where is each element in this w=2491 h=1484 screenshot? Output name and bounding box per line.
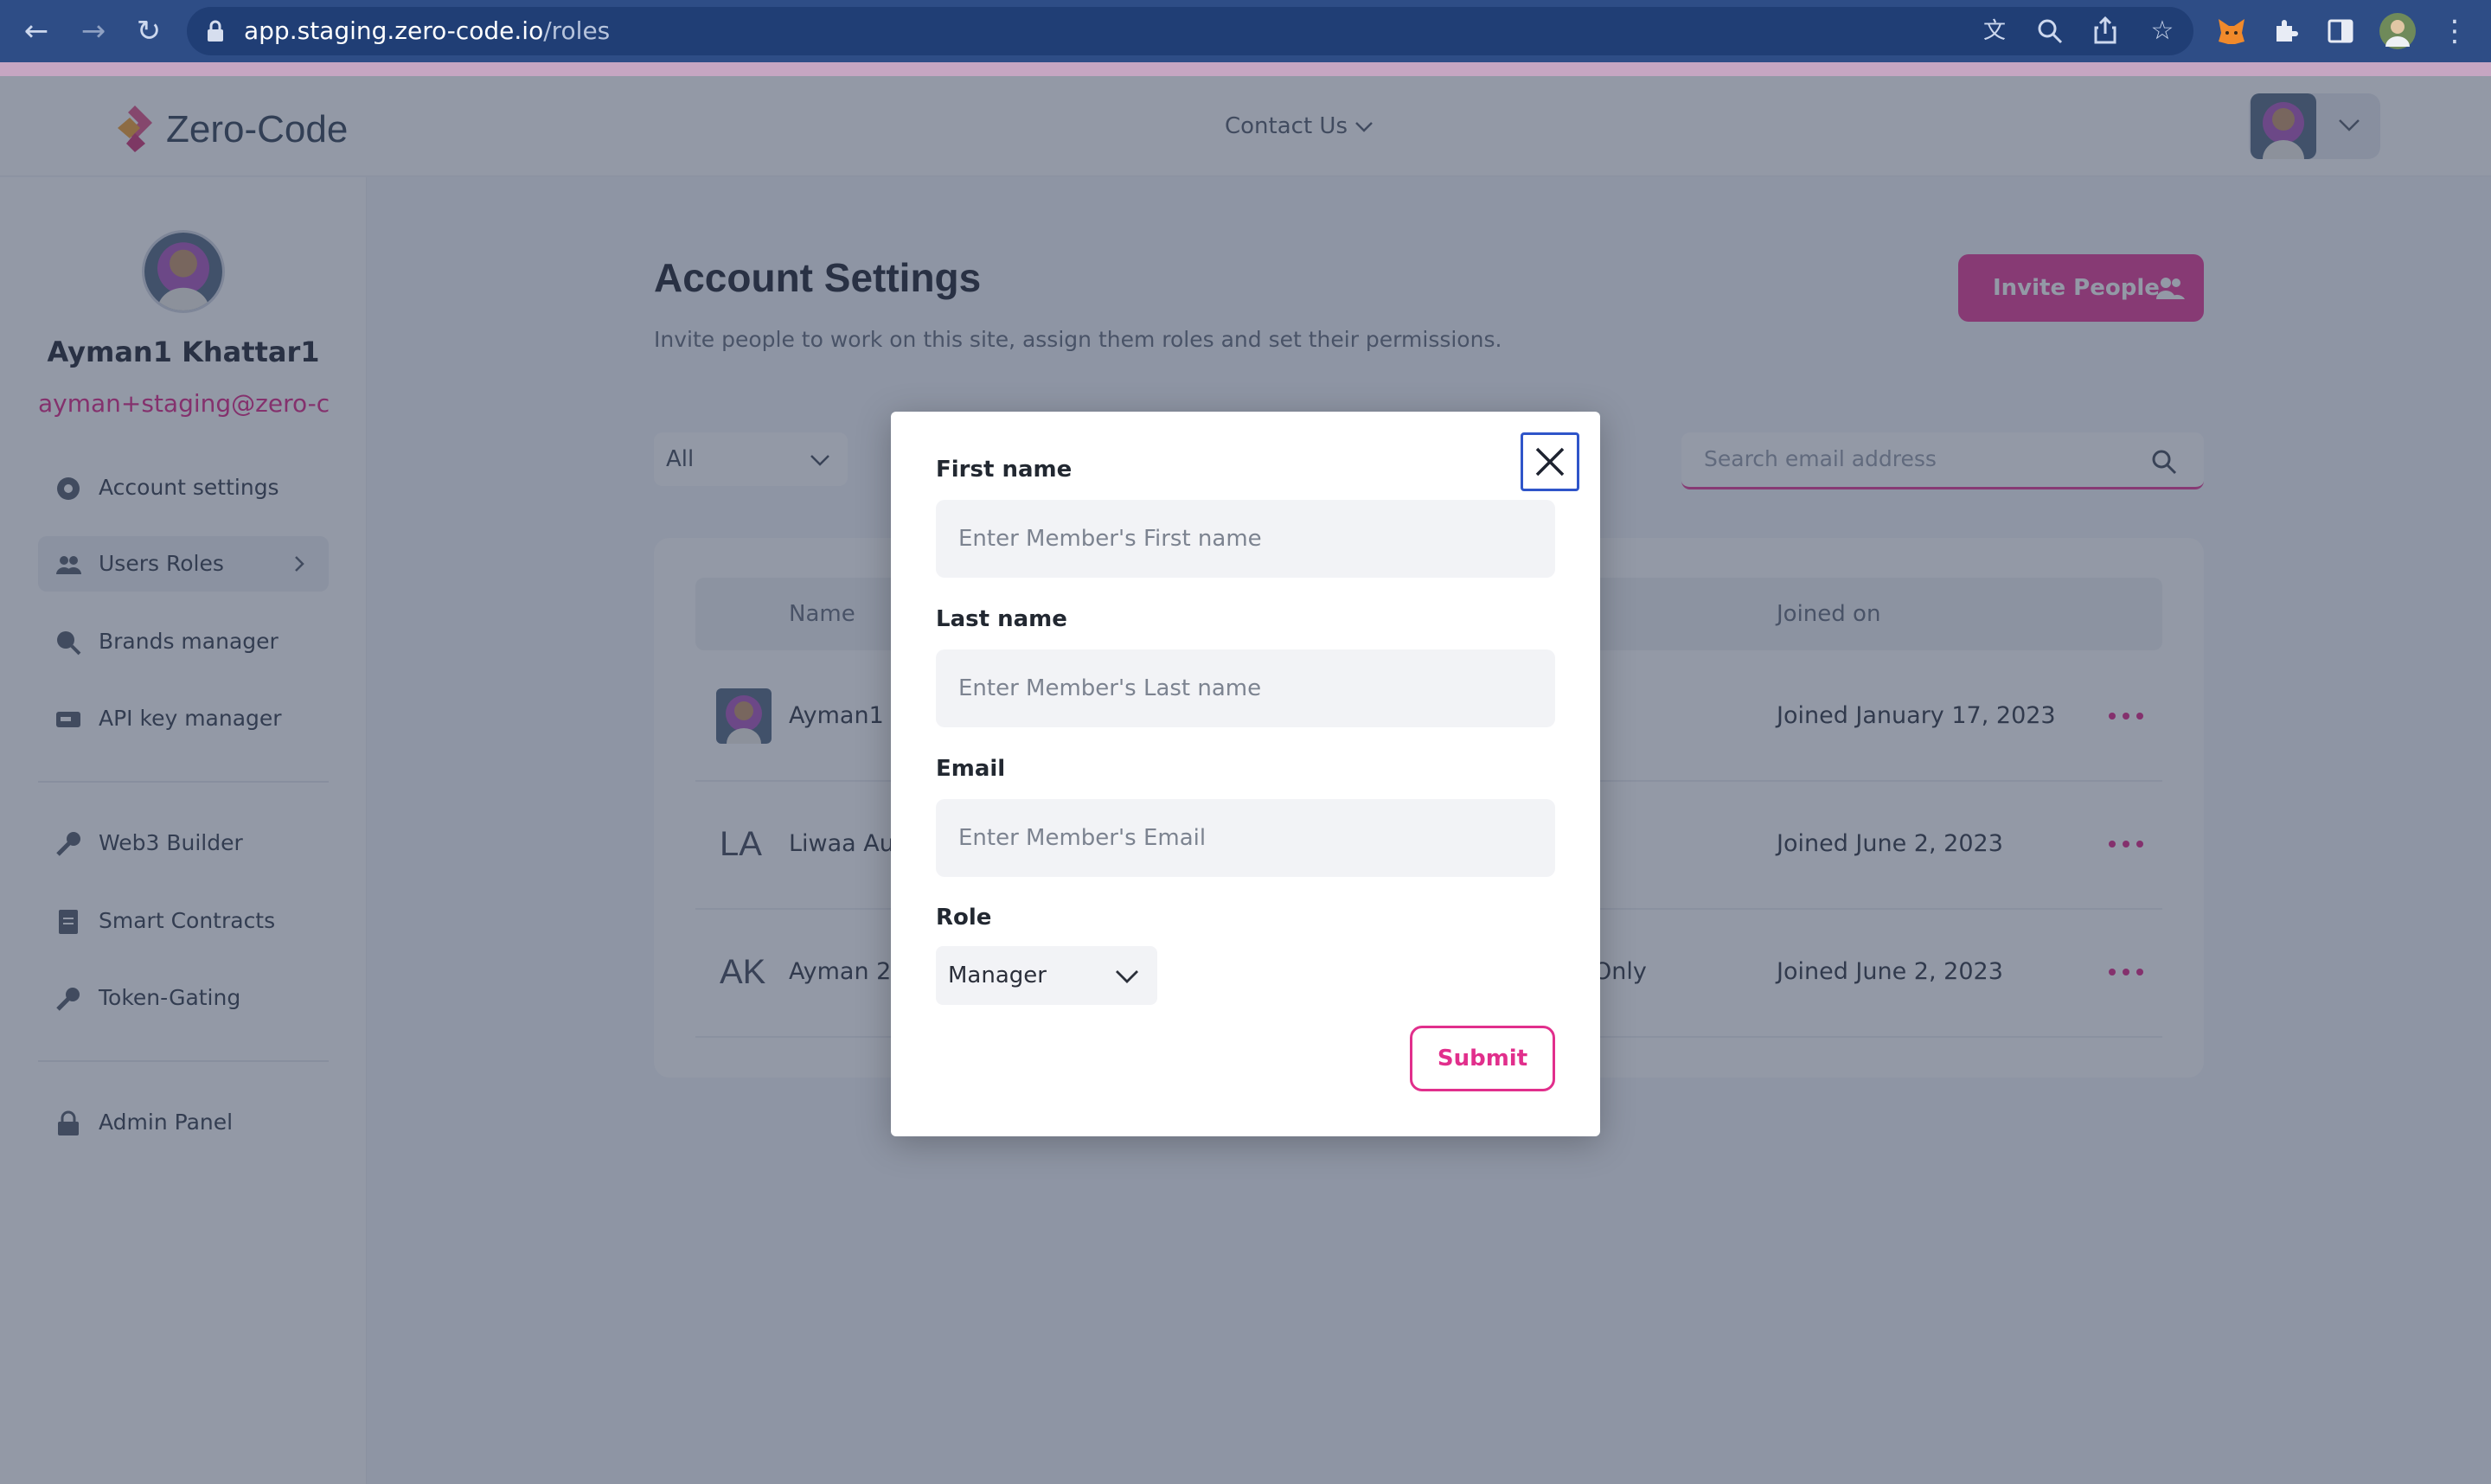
- extensions-puzzle-icon[interactable]: [2271, 17, 2299, 45]
- last-name-label: Last name: [936, 606, 1067, 632]
- close-icon: [1535, 447, 1565, 477]
- first-name-input[interactable]: [936, 500, 1555, 578]
- chevron-down-icon: [1116, 970, 1138, 983]
- url-text[interactable]: app.staging.zero-code.io/roles: [244, 14, 610, 48]
- first-name-label: First name: [936, 457, 1073, 483]
- browser-menu-icon[interactable]: ⋮: [2439, 16, 2470, 47]
- email-input[interactable]: [936, 799, 1555, 877]
- bookmark-star-icon[interactable]: ☆: [2147, 16, 2178, 47]
- close-modal-button[interactable]: [1521, 432, 1579, 491]
- page-top-strip: [0, 62, 2491, 76]
- url-path: /roles: [543, 16, 611, 45]
- last-name-input[interactable]: [936, 649, 1555, 727]
- share-icon[interactable]: [2091, 16, 2119, 45]
- email-label: Email: [936, 756, 1006, 782]
- reload-icon[interactable]: ↻: [133, 16, 164, 47]
- back-icon[interactable]: ←: [21, 16, 52, 47]
- url-host: app.staging.zero-code.io: [244, 16, 544, 45]
- side-panel-icon[interactable]: [2327, 17, 2354, 45]
- zoom-icon[interactable]: [2036, 17, 2064, 45]
- role-label: Role: [936, 905, 992, 931]
- role-select[interactable]: Manager: [936, 946, 1157, 1005]
- metamask-fox-icon[interactable]: [2216, 16, 2247, 47]
- role-select-value: Manager: [948, 963, 1047, 988]
- lock-icon: [208, 20, 223, 42]
- forward-icon[interactable]: →: [78, 16, 109, 47]
- browser-profile-avatar[interactable]: [2379, 12, 2417, 50]
- translate-icon[interactable]: 文: [1979, 16, 2010, 47]
- submit-button[interactable]: Submit: [1410, 1026, 1555, 1091]
